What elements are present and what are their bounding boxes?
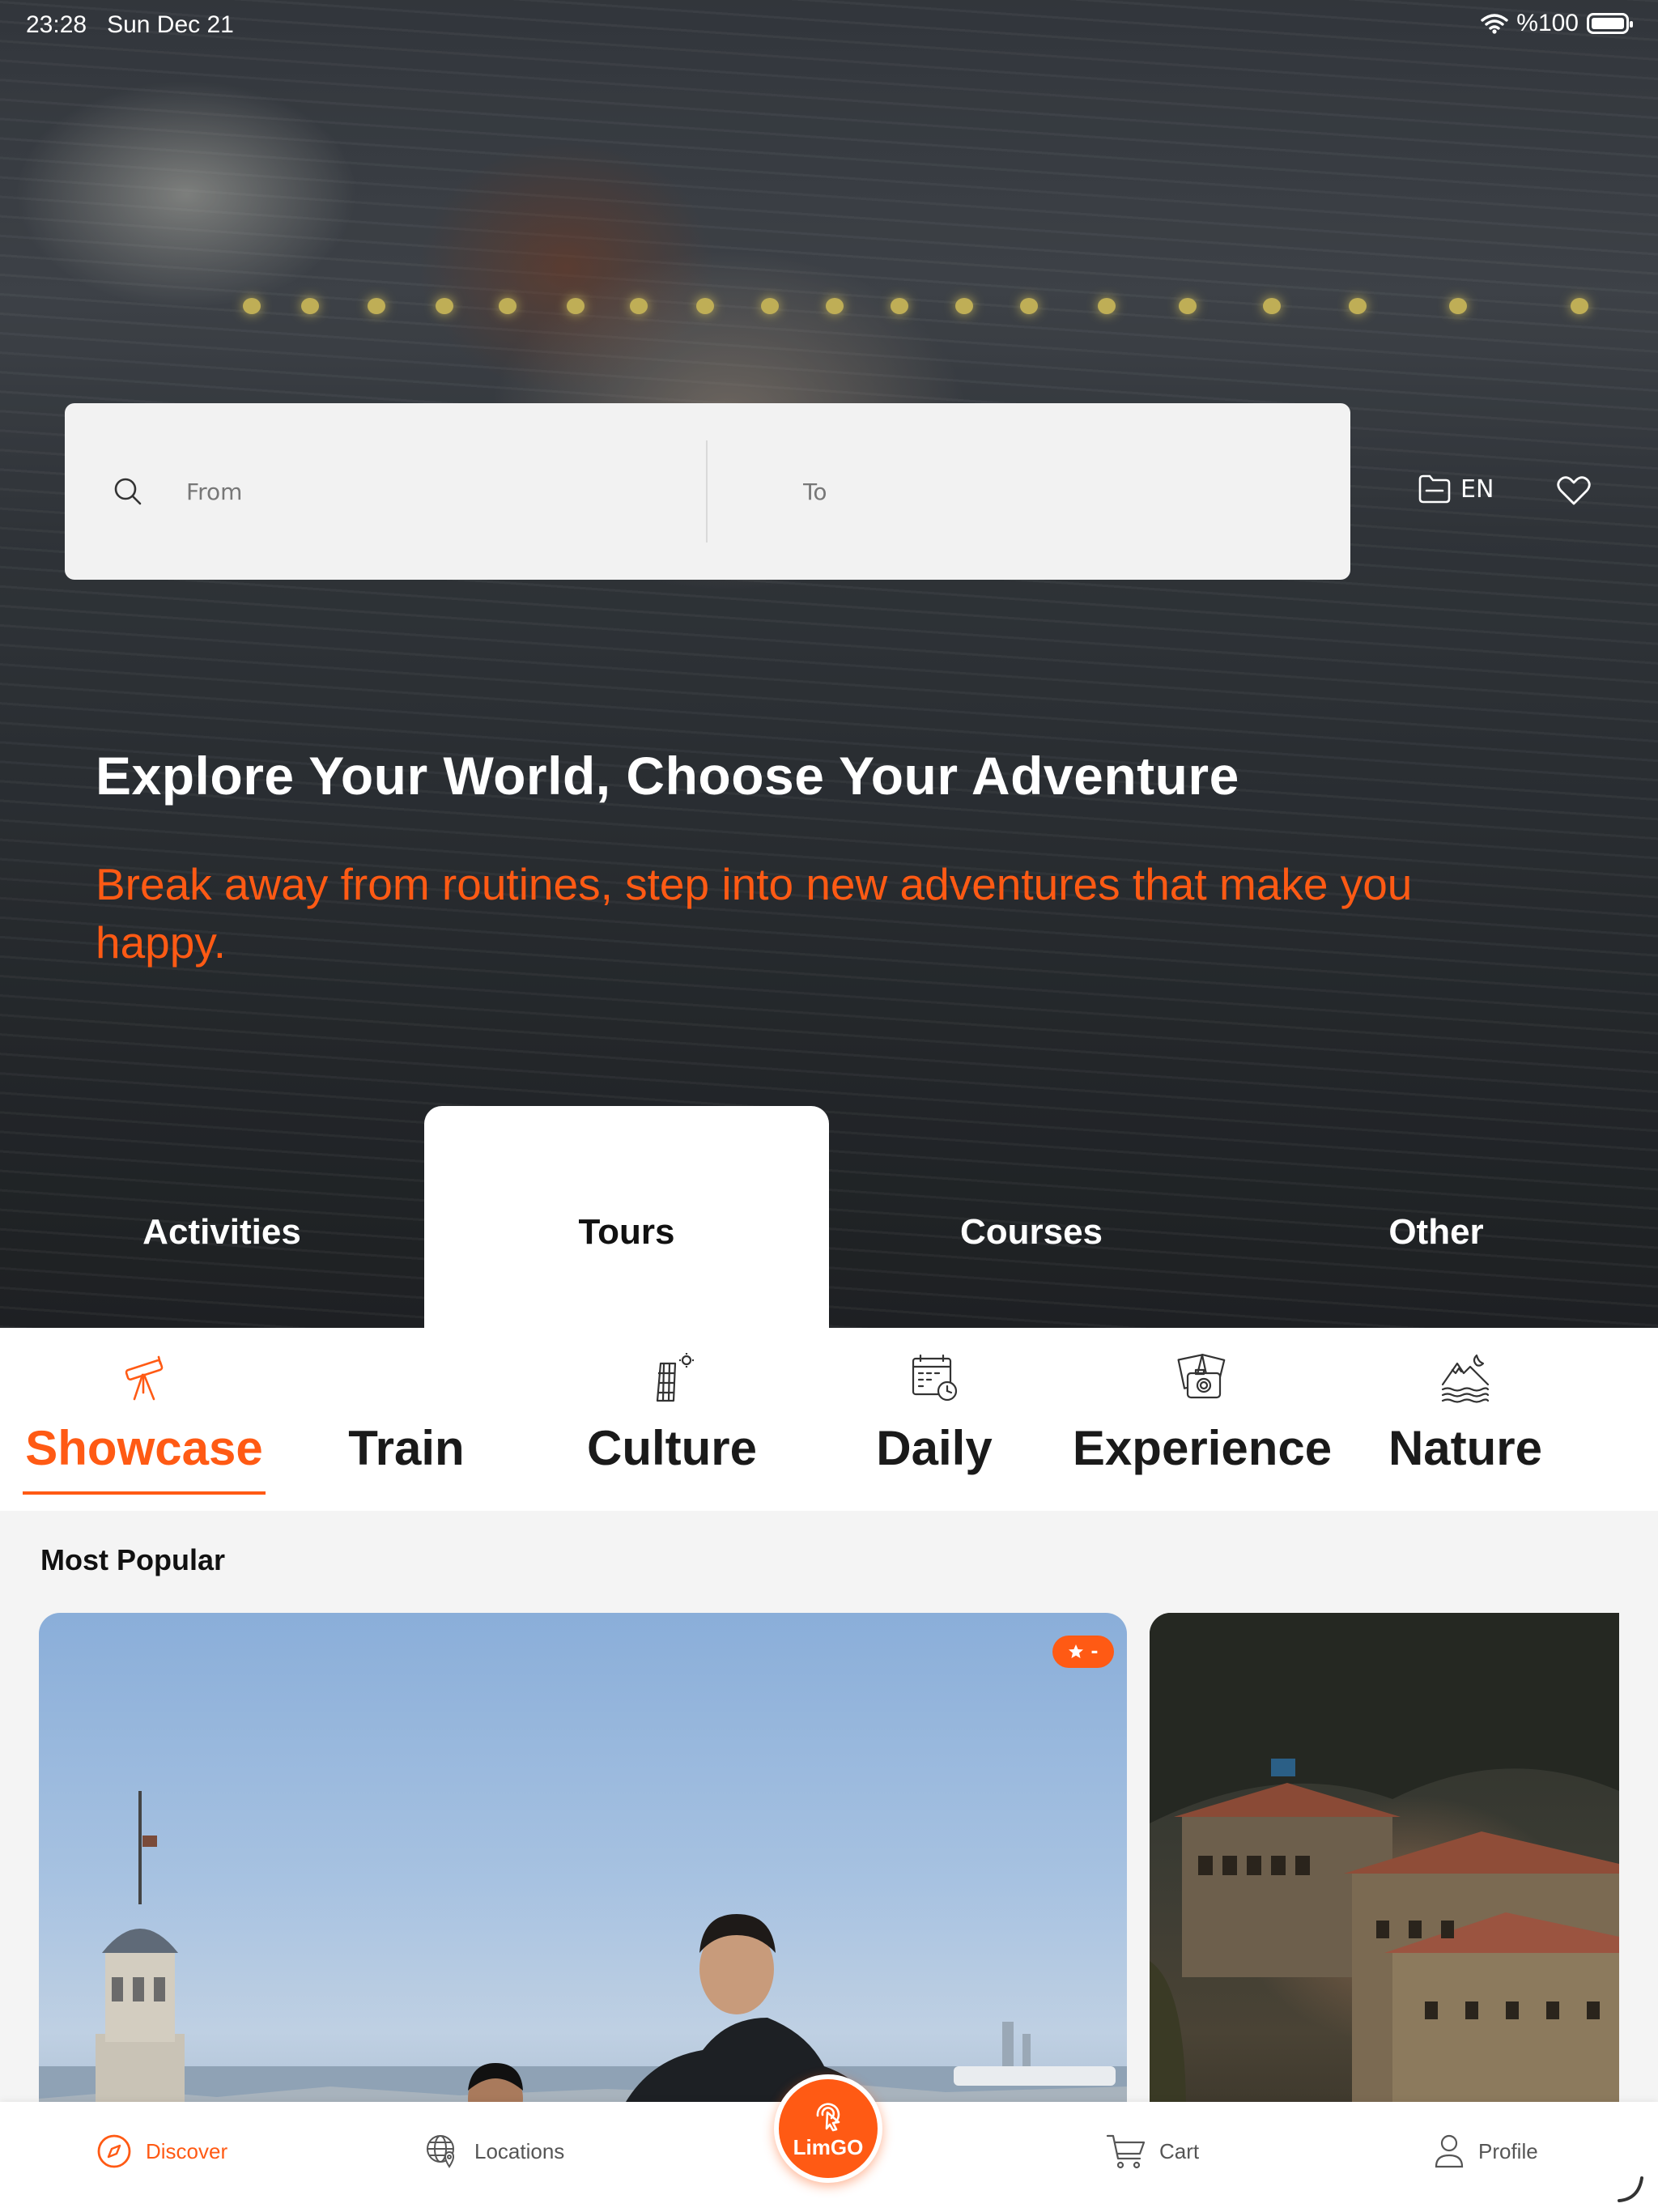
subcat-culture[interactable]: Culture: [567, 1328, 777, 1511]
nav-label: Locations: [474, 2138, 565, 2163]
nav-label: Cart: [1159, 2138, 1200, 2163]
limgo-button[interactable]: LimGO: [774, 2074, 882, 2183]
nav-profile[interactable]: Profile: [1433, 2133, 1538, 2170]
resize-corner-icon: [1618, 2176, 1643, 2202]
battery-percent: %100: [1516, 10, 1579, 36]
subcat-label: Daily: [876, 1421, 993, 1475]
tab-tours[interactable]: Tours: [424, 1106, 829, 1328]
nav-cart[interactable]: Cart: [1106, 2133, 1199, 2170]
globe-pin-icon: [427, 2135, 455, 2168]
tap-target-icon: [816, 2102, 840, 2131]
nav-label: Profile: [1478, 2138, 1538, 2163]
calendar-clock-icon: [912, 1354, 958, 1402]
leaning-tower-icon: [656, 1353, 694, 1402]
hero-subtitle: Break away from routines, step into new …: [96, 859, 1413, 968]
user-icon: [1435, 2134, 1464, 2168]
tab-courses[interactable]: Courses: [829, 1106, 1234, 1328]
subcat-daily[interactable]: Daily: [829, 1328, 1039, 1511]
nav-locations[interactable]: Locations: [424, 2133, 564, 2170]
subcat-train[interactable]: Train: [301, 1328, 512, 1511]
subcat-label: Nature: [1388, 1421, 1543, 1475]
language-label: EN: [1460, 474, 1494, 504]
favorites-button[interactable]: [1556, 474, 1592, 510]
tab-activities[interactable]: Activities: [19, 1106, 424, 1328]
subcategory-bar: Showcase Train Culture Daily Experience …: [0, 1328, 1658, 1511]
section-title: Most Popular: [40, 1543, 226, 1576]
nav-label: Discover: [146, 2138, 228, 2163]
wifi-icon: [1481, 14, 1508, 34]
subcat-nature[interactable]: Nature: [1360, 1328, 1571, 1511]
subcat-showcase[interactable]: Showcase: [23, 1328, 266, 1511]
mountain-sea-icon: [1441, 1354, 1490, 1403]
subcat-label: Culture: [587, 1421, 757, 1475]
language-button[interactable]: EN: [1417, 473, 1494, 505]
limgo-label: LimGO: [793, 2134, 864, 2159]
battery-icon: [1587, 13, 1633, 34]
subcat-label: Showcase: [25, 1421, 263, 1475]
star-icon: [1069, 1644, 1084, 1658]
status-time: 23:28 Sun Dec 21: [26, 11, 234, 38]
subcat-label: Experience: [1072, 1421, 1333, 1475]
from-section: [65, 403, 708, 580]
app-screen: 23:28 Sun Dec 21 %100 EN: [0, 0, 1658, 2212]
cart-icon: [1106, 2134, 1146, 2169]
to-section: [708, 403, 1350, 580]
subcat-label: Train: [348, 1421, 465, 1475]
tab-other[interactable]: Other: [1234, 1106, 1639, 1328]
camera-photos-icon: [1177, 1353, 1226, 1399]
from-input[interactable]: [186, 478, 640, 505]
to-input[interactable]: [803, 478, 1289, 505]
search-icon: [114, 478, 142, 505]
status-indicators: %100: [1481, 10, 1633, 37]
subcat-experience[interactable]: Experience: [1069, 1328, 1336, 1511]
compass-icon: [97, 2134, 131, 2168]
search-box: [65, 403, 1350, 580]
rating-value: -: [1090, 1641, 1099, 1662]
telescope-icon: [125, 1355, 164, 1401]
active-underline: [23, 1491, 266, 1495]
rating-badge: -: [1052, 1636, 1114, 1668]
hero-title: Explore Your World, Choose Your Adventur…: [96, 746, 1239, 806]
language-icon: [1418, 474, 1451, 504]
heart-icon: [1557, 476, 1591, 505]
main-tabs: Activities Tours Courses Other: [0, 1106, 1658, 1328]
nav-discover[interactable]: Discover: [96, 2133, 227, 2170]
